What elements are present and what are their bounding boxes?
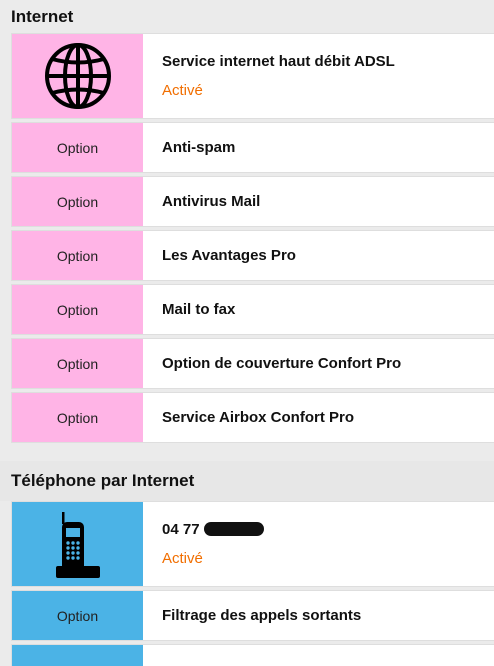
cordless-phone-icon — [55, 512, 100, 578]
telephone-section: Téléphone par Internet 04 77 Activé Opti… — [0, 461, 494, 666]
option-tag: Option — [12, 177, 143, 226]
redaction-mark — [203, 522, 264, 536]
internet-section: Internet Service internet haut débit ADS… — [0, 0, 494, 443]
internet-service-name: Service internet haut débit ADSL — [162, 53, 395, 70]
telephone-line-row[interactable]: 04 77 Activé — [11, 501, 494, 587]
telephone-status: Activé — [162, 550, 203, 567]
internet-option-row[interactable]: Option Antivirus Mail — [11, 176, 494, 227]
internet-option-row[interactable]: Option Anti-spam — [11, 122, 494, 173]
option-tag: Option — [12, 285, 143, 334]
option-label: Service Airbox Confort Pro — [162, 409, 354, 426]
internet-option-row[interactable]: Option Service Airbox Confort Pro — [11, 392, 494, 443]
telephone-number-text: 04 77 — [162, 521, 200, 538]
option-label: Les Avantages Pro — [162, 247, 296, 264]
internet-section-title: Internet — [0, 0, 494, 33]
telephone-icon-cell — [12, 502, 143, 586]
option-tag: Option — [12, 393, 143, 442]
option-label: Filtrage des appels sortants — [162, 607, 362, 624]
option-tag: Option — [12, 591, 143, 640]
option-tag: Option — [12, 123, 143, 172]
internet-icon-cell — [12, 34, 143, 118]
telephone-option-row[interactable]: Option Filtrage des appels sortants — [11, 590, 494, 641]
globe-icon — [44, 43, 111, 109]
option-label: Mail to fax — [162, 301, 236, 318]
option-tag-partial — [12, 645, 143, 666]
internet-option-row[interactable]: Option Les Avantages Pro — [11, 230, 494, 281]
option-label-partial — [143, 645, 494, 666]
internet-service-status: Activé — [162, 82, 203, 99]
internet-option-row[interactable]: Option Mail to fax — [11, 284, 494, 335]
option-label: Antivirus Mail — [162, 193, 261, 210]
internet-option-row[interactable]: Option Option de couverture Confort Pro — [11, 338, 494, 389]
telephone-option-row-partial[interactable] — [11, 644, 494, 666]
option-tag: Option — [12, 339, 143, 388]
option-tag: Option — [12, 231, 143, 280]
internet-service-row[interactable]: Service internet haut débit ADSL Activé — [11, 33, 494, 119]
option-label: Anti-spam — [162, 139, 236, 156]
telephone-number: 04 77 — [162, 521, 494, 538]
option-label: Option de couverture Confort Pro — [162, 355, 402, 372]
telephone-section-title: Téléphone par Internet — [0, 461, 494, 501]
